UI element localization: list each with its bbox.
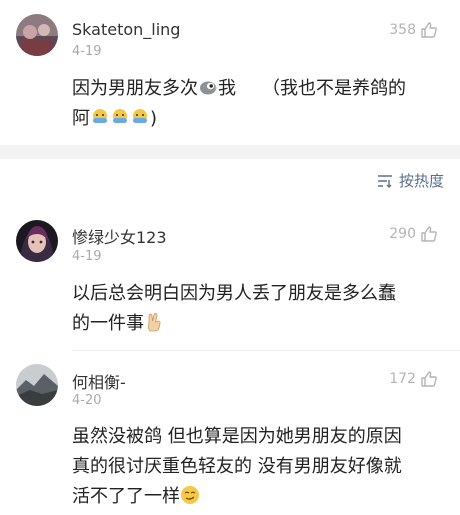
avatar[interactable] [16, 220, 58, 262]
avatar[interactable] [16, 14, 58, 56]
like-button[interactable]: 290 [389, 225, 438, 243]
sort-by-hot-button[interactable]: 按热度 [377, 170, 444, 191]
comment-text-line: 虽然没被鸽 但也算是因为她男朋友的原因 [72, 426, 402, 447]
avatar[interactable] [16, 364, 58, 406]
comment-text-segment: 阿 [72, 108, 90, 129]
comment-text: 以后总会明白因为男人丢了朋友是多么蠢 的一件事 [72, 279, 444, 339]
comment-text-segment: 活不了了一样 [72, 486, 180, 507]
facepalm-emoji-icon [133, 109, 147, 123]
username[interactable]: 何相衡- [72, 369, 126, 393]
comment-text: 因为男朋友多次 我 （我也不是养鸽的 阿) [72, 74, 444, 134]
like-button[interactable]: 358 [389, 21, 438, 39]
comment-date: 4-19 [72, 249, 102, 264]
comment-text-segment: 的一件事 [72, 313, 144, 334]
like-button[interactable]: 172 [389, 370, 438, 388]
comment-text: 虽然没被鸽 但也算是因为她男朋友的原因 真的很讨厌重色轻友的 没有男朋友好像就 … [72, 422, 444, 512]
like-count: 358 [389, 22, 416, 38]
victory-hand-emoji-icon [147, 312, 161, 332]
comment-text-segment: ) [150, 108, 158, 129]
comment-text-line: 真的很讨厌重色轻友的 没有男朋友好像就 [72, 456, 402, 477]
sort-icon [377, 174, 392, 188]
sort-label: 按热度 [398, 172, 444, 190]
comment-text-segment: 我 [218, 78, 236, 99]
pigeon-emoji-icon [200, 81, 218, 95]
username[interactable]: Skateton_ling [72, 20, 180, 39]
comment-text-segment: 因为男朋友多次 [72, 78, 198, 99]
section-divider [0, 145, 460, 159]
thumbs-up-icon [421, 371, 437, 387]
username[interactable]: 惨绿少女123 [72, 224, 167, 248]
like-count: 172 [389, 371, 416, 387]
comment-date: 4-19 [72, 44, 102, 59]
comment-date: 4-20 [72, 393, 102, 408]
comment-text-line: 以后总会明白因为男人丢了朋友是多么蠢 [72, 283, 396, 304]
facepalm-emoji-icon [93, 109, 107, 123]
thumbs-up-icon [421, 226, 437, 242]
thumbs-up-icon [421, 22, 437, 38]
smirk-emoji-icon [181, 486, 199, 504]
facepalm-emoji-icon [113, 109, 127, 123]
like-count: 290 [389, 226, 416, 242]
comment-text-segment: （我也不是养鸽的 [262, 78, 406, 99]
comment-separator [72, 350, 460, 351]
